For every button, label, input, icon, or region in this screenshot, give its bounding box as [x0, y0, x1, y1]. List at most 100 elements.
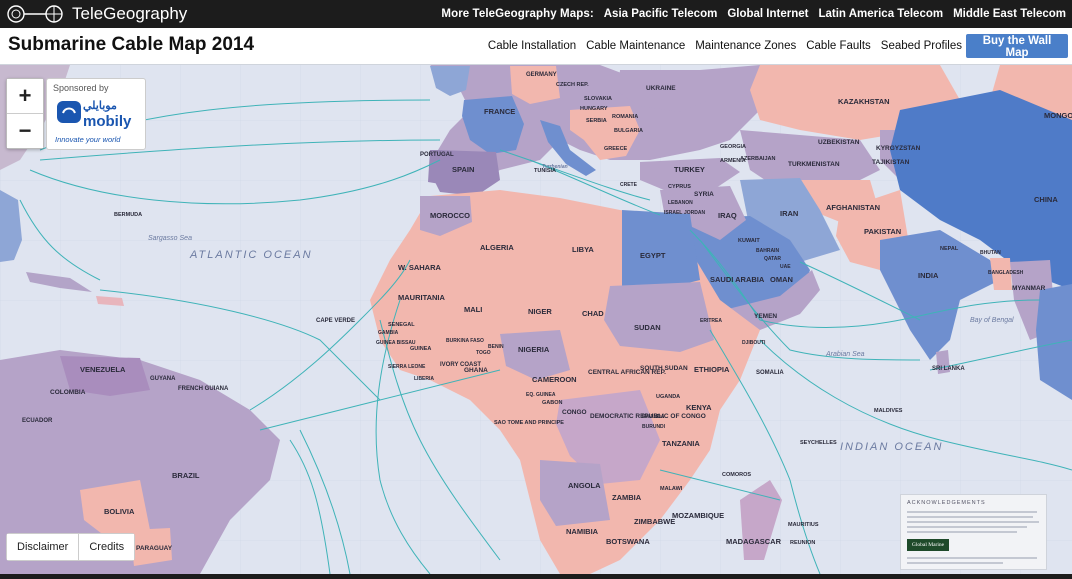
country-label-mongolia: MONGO: [1044, 111, 1072, 120]
country-label-colombia: COLOMBIA: [50, 389, 86, 396]
country-label-turkmenistan: TURKMENISTAN: [788, 161, 840, 168]
zoom-control: + −: [6, 78, 44, 149]
country-label-burundi: BURUNDI: [642, 424, 666, 430]
map-link-asia-pacific-telecom[interactable]: Asia Pacific Telecom: [604, 8, 718, 20]
country-label-bahrain: BAHRAIN: [756, 248, 779, 254]
country-label-sudan: SUDAN: [634, 323, 661, 332]
country-label-slovakia: SLOVAKIA: [584, 96, 612, 102]
country-label-mali: MALI: [464, 305, 482, 314]
credits-button[interactable]: Credits: [79, 534, 135, 560]
top-bar: TeleGeography More TeleGeography Maps: A…: [0, 0, 1072, 28]
country-label-djibouti: DJIBOUTI: [742, 340, 766, 346]
sub-nav: Cable Installation Cable Maintenance Mai…: [488, 28, 962, 64]
country-label-ukraine: UKRAINE: [646, 85, 676, 92]
ocean-label-bay-of-bengal: Bay of Bengal: [970, 317, 1014, 324]
map-link-latin-america-telecom[interactable]: Latin America Telecom: [818, 8, 943, 20]
country-label-georgia: GEORGIA: [720, 144, 746, 150]
country-label-sao-tome: SAO TOME AND PRINCIPE: [494, 420, 564, 426]
ack-text-line: [907, 526, 1027, 528]
country-label-malawi: MALAWI: [660, 486, 683, 492]
country-label-france: FRANCE: [484, 107, 515, 116]
brand-name: TeleGeography: [72, 4, 188, 23]
ocean-label-arabian-sea: Arabian Sea: [825, 351, 865, 358]
brand-logo[interactable]: TeleGeography: [6, 2, 187, 26]
country-label-seychelles: SEYCHELLES: [800, 440, 837, 446]
country-label-czech: CZECH REP.: [556, 82, 589, 88]
land-sudan: [604, 282, 714, 352]
telegeography-logo-icon: [7, 5, 63, 23]
country-label-morocco: MOROCCO: [430, 211, 470, 220]
country-label-ghana: GHANA: [464, 367, 488, 374]
page-title: Submarine Cable Map 2014: [8, 34, 255, 55]
nav-cable-installation[interactable]: Cable Installation: [488, 40, 576, 52]
country-label-maldives: MALDIVES: [874, 408, 903, 414]
country-label-eritrea: ERITREA: [700, 318, 722, 324]
country-label-guyana: GUYANA: [150, 376, 176, 382]
country-label-kazakhstan: KAZAKHSTAN: [838, 97, 890, 106]
ocean-label-sargasso: Sargasso Sea: [148, 235, 192, 242]
country-label-jordan: JORDAN: [684, 210, 706, 216]
more-maps-label: More TeleGeography Maps:: [441, 8, 594, 20]
zoom-out-button[interactable]: −: [7, 114, 43, 148]
country-label-eq-guinea: EQ. GUINEA: [526, 392, 556, 398]
island-label-crete: CRETE: [620, 182, 638, 188]
country-label-liberia: LIBERIA: [414, 376, 434, 382]
country-label-reunion: REUNION: [790, 540, 815, 546]
ack-text-line: [907, 557, 1037, 559]
country-label-greece: GREECE: [604, 146, 628, 152]
nav-cable-faults[interactable]: Cable Faults: [806, 40, 871, 52]
sub-header: Submarine Cable Map 2014 Cable Installat…: [0, 28, 1072, 65]
country-label-mauritius: MAURITIUS: [788, 522, 819, 528]
map-link-middle-east-telecom[interactable]: Middle East Telecom: [953, 8, 1066, 20]
country-label-oman: OMAN: [770, 275, 793, 284]
country-label-bolivia: BOLIVIA: [104, 507, 135, 516]
country-label-afghanistan: AFGHANISTAN: [826, 203, 880, 212]
sponsor-label: Sponsored by: [53, 83, 109, 93]
country-label-iraq: IRAQ: [718, 211, 737, 220]
country-label-lebanon: LEBANON: [668, 200, 693, 206]
acknowledgements-panel: ACKNOWLEDGEMENTS Global Marine: [900, 494, 1047, 570]
country-label-qatar: QATAR: [764, 256, 781, 262]
country-label-sierra-leone: SIERRA LEONE: [388, 364, 426, 370]
country-label-zimbabwe: ZIMBABWE: [634, 517, 675, 526]
country-label-bulgaria: BULGARIA: [614, 128, 643, 134]
country-label-senegal: SENEGAL: [388, 322, 415, 328]
ack-text-line: [907, 521, 1039, 523]
country-label-comoros: COMOROS: [722, 472, 751, 478]
sponsor-box[interactable]: Sponsored by موبايلي mobily Innovate you…: [46, 78, 146, 150]
country-label-mauritania: MAURITANIA: [398, 293, 446, 302]
sea-label-tyrrhenian: Tyrrhenian: [542, 164, 568, 170]
sponsor-arabic-name: موبايلي: [83, 100, 117, 112]
country-label-turkey: TURKEY: [674, 165, 705, 174]
country-label-nepal: NEPAL: [940, 246, 959, 252]
country-label-tajikistan: TAJIKISTAN: [872, 159, 910, 166]
ocean-label-indian: INDIAN OCEAN: [840, 441, 943, 453]
ack-text-line: [907, 511, 1037, 513]
nav-seabed-profiles[interactable]: Seabed Profiles: [881, 40, 962, 52]
country-label-burkina-faso: BURKINA FASO: [446, 338, 484, 344]
country-label-madagascar: MADAGASCAR: [726, 537, 782, 546]
sponsor-name: mobily: [83, 113, 132, 130]
country-label-ethiopia: ETHIOPIA: [694, 365, 730, 374]
country-label-south-sudan: SOUTH SUDAN: [640, 365, 688, 372]
country-label-syria: SYRIA: [694, 191, 714, 198]
country-label-bangladesh: BANGLADESH: [988, 270, 1024, 276]
nav-cable-maintenance[interactable]: Cable Maintenance: [586, 40, 685, 52]
map-link-global-internet[interactable]: Global Internet: [727, 8, 808, 20]
ack-text-line: [907, 516, 1033, 518]
country-label-ecuador: ECUADOR: [22, 418, 53, 424]
country-label-algeria: ALGERIA: [480, 243, 514, 252]
land-egypt: [622, 210, 700, 290]
zoom-in-button[interactable]: +: [7, 79, 43, 113]
country-label-germany: GERMANY: [526, 72, 557, 78]
bottom-strip: [0, 574, 1072, 579]
country-label-chad: CHAD: [582, 309, 604, 318]
nav-maintenance-zones[interactable]: Maintenance Zones: [695, 40, 796, 52]
buy-wall-map-button[interactable]: Buy the Wall Map: [966, 34, 1068, 59]
country-label-serbia: SERBIA: [586, 118, 607, 124]
country-label-armenia: ARMENIA: [720, 158, 746, 164]
disclaimer-button[interactable]: Disclaimer: [7, 534, 79, 560]
country-label-venezuela: VENEZUELA: [80, 365, 126, 374]
country-label-portugal: PORTUGAL: [420, 152, 454, 158]
country-label-saudi-arabia: SAUDI ARABIA: [710, 275, 765, 284]
